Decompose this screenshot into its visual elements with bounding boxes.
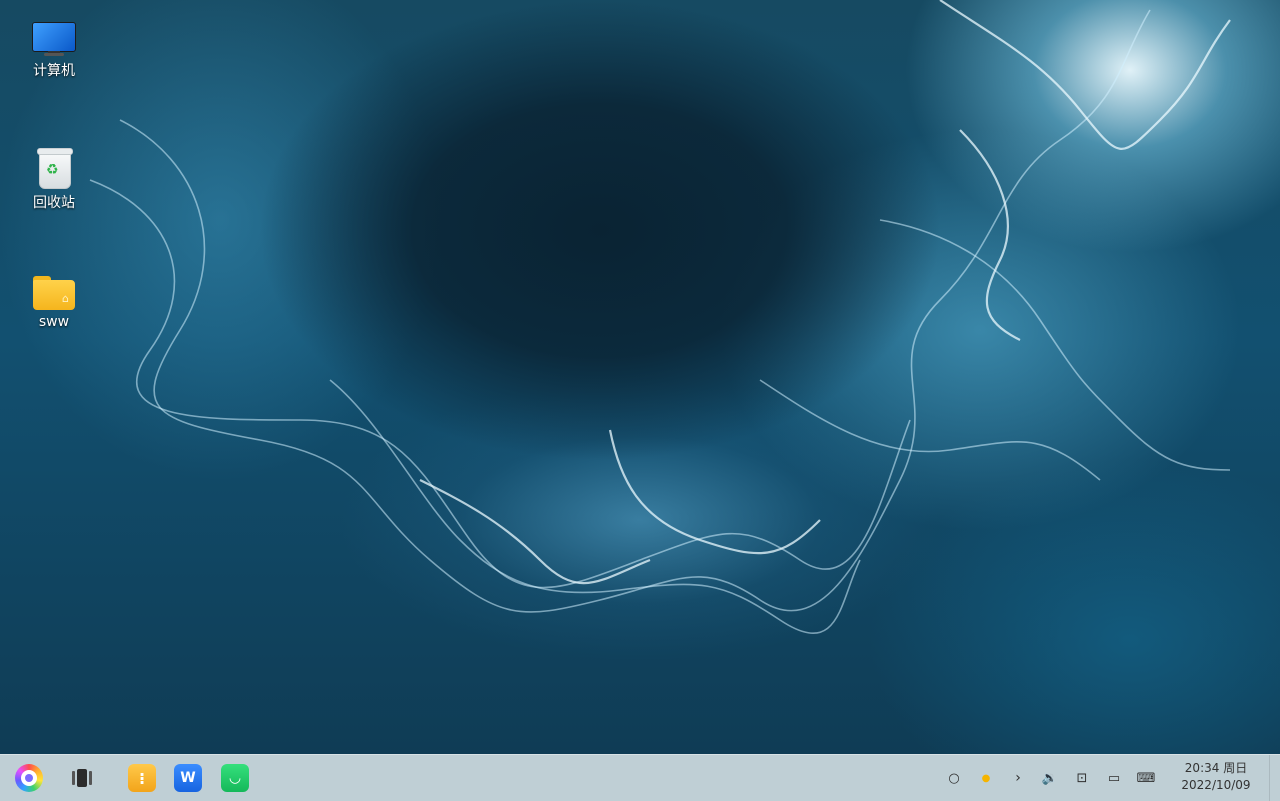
clock[interactable]: 20:34 周日 2022/10/09 bbox=[1170, 760, 1262, 794]
home-folder-icon: ⌂ bbox=[33, 276, 75, 310]
yellow-app-icon: ⁝ bbox=[138, 768, 146, 788]
desktop-icon-label: 回收站 bbox=[33, 195, 75, 211]
network-icon[interactable]: ⊡ bbox=[1072, 768, 1092, 788]
desktop-wallpaper bbox=[0, 0, 1280, 754]
keyboard-icon[interactable]: ⌨ bbox=[1136, 768, 1156, 788]
desktop-icon-label: sww bbox=[38, 314, 70, 330]
taskbar-app-wps[interactable]: W bbox=[174, 764, 202, 792]
desktop-icon-label: 计算机 bbox=[33, 63, 75, 79]
multitask-view-button[interactable] bbox=[68, 764, 96, 792]
notification-icon[interactable]: ▭ bbox=[1104, 768, 1124, 788]
volume-icon[interactable]: 🔉 bbox=[1040, 768, 1060, 788]
taskbar-app-green[interactable]: ◡ bbox=[221, 764, 249, 792]
sun-icon[interactable]: ● bbox=[976, 768, 996, 788]
search-icon[interactable]: ○ bbox=[944, 768, 964, 788]
clock-date: 2022/10/09 bbox=[1181, 778, 1251, 792]
taskbar-app-yellow[interactable]: ⁝ bbox=[128, 764, 156, 792]
wps-icon: W bbox=[180, 770, 196, 786]
desktop-icon-computer[interactable]: 计算机 bbox=[9, 22, 99, 80]
show-desktop-button[interactable] bbox=[1269, 755, 1280, 801]
chevron-right-icon[interactable]: › bbox=[1008, 768, 1028, 788]
desktop-icon-home-folder[interactable]: ⌂ sww bbox=[9, 276, 99, 330]
desktop-icon-trash[interactable]: ♻ 回收站 bbox=[9, 148, 99, 212]
launcher-icon bbox=[21, 770, 37, 786]
computer-icon bbox=[32, 22, 76, 56]
trash-icon: ♻ bbox=[37, 148, 73, 189]
clock-time: 20:34 周日 bbox=[1184, 761, 1248, 775]
green-app-icon: ◡ bbox=[229, 770, 241, 786]
multitask-view-icon bbox=[72, 771, 75, 785]
launcher-button[interactable] bbox=[15, 764, 43, 792]
taskbar: ⁝ W ◡ ○ ● › 🔉 ⊡ ▭ ⌨ 20:34 周日 2022/10/09 bbox=[0, 754, 1280, 801]
wallpaper-foam-pattern bbox=[89, 0, 1231, 634]
